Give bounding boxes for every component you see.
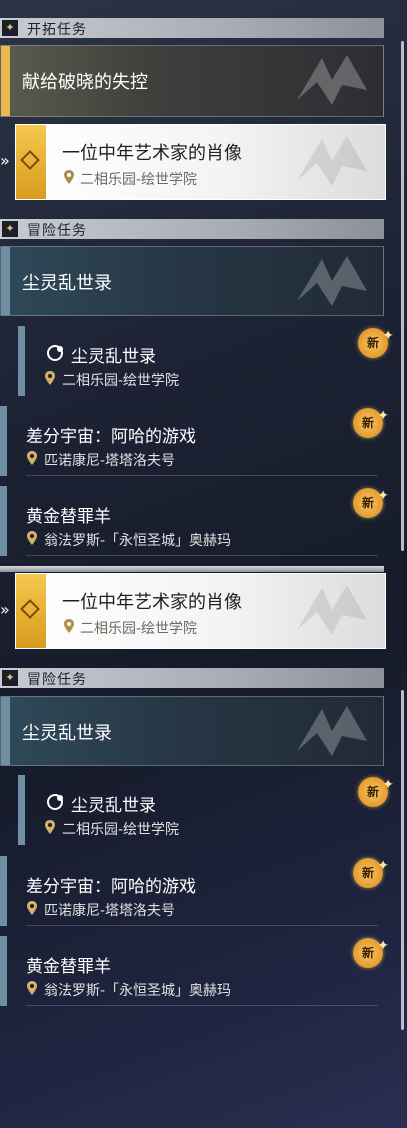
section-label: 开拓任务 [27, 22, 87, 38]
diamond-icon [20, 599, 40, 619]
quest-location: 二相乐园-绘世学院 [62, 373, 180, 389]
item-accent [0, 486, 7, 556]
scrollbar[interactable] [401, 41, 404, 551]
quest-name: 一位中年艺术家的肖像 [62, 143, 242, 164]
map-pin-icon [27, 901, 37, 915]
new-badge-label: 新 [361, 946, 374, 960]
map-pin-icon [27, 451, 37, 465]
quest-name: 黄金替罪羊 [26, 957, 111, 977]
category-accent [1, 46, 10, 116]
quest-location: 二相乐园-绘世学院 [80, 621, 198, 637]
diamond-icon: ✦ [2, 670, 18, 686]
emblem-icon [297, 706, 367, 756]
emblem-icon [297, 136, 367, 186]
quest-item[interactable]: 尘灵乱世录 二相乐园-绘世学院 新 ✦ [0, 326, 394, 396]
quest-item[interactable]: 差分宇宙：阿哈的游戏 匹诺康尼-塔塔洛夫号 新 ✦ [0, 406, 389, 476]
diamond-icon [20, 150, 40, 170]
quest-item[interactable]: 黄金替罪羊 翁法罗斯-「永恒圣城」奥赫玛 新 ✦ [0, 936, 389, 1006]
emblem-icon [297, 55, 367, 105]
selected-quest-card[interactable]: 一位中年艺术家的肖像 二相乐园-绘世学院 [15, 124, 386, 200]
new-badge-label: 新 [366, 336, 379, 350]
new-badge-label: 新 [366, 785, 379, 799]
category-trailblaze[interactable]: 献给破晓的失控 [0, 45, 384, 117]
diamond-icon: ✦ [2, 221, 18, 237]
section-label: 冒险任务 [27, 223, 87, 239]
section-header-adventure: ✦ 冒险任务 [0, 219, 384, 239]
new-badge-label: 新 [361, 416, 374, 430]
category-accent [1, 247, 10, 315]
map-pin-icon [64, 619, 74, 633]
quest-item[interactable]: 尘灵乱世录 二相乐园-绘世学院 新 ✦ [0, 775, 394, 845]
panel-edge [0, 566, 384, 572]
quest-location: 翁法罗斯-「永恒圣城」奥赫玛 [44, 983, 232, 999]
map-pin-icon [27, 531, 37, 545]
new-badge-label: 新 [361, 866, 374, 880]
divider [26, 1005, 378, 1006]
sparkle-icon: ✦ [382, 777, 394, 793]
map-pin-icon [45, 820, 55, 834]
category-title: 尘灵乱世录 [22, 723, 112, 744]
sparkle-icon: ✦ [377, 938, 389, 954]
quest-location: 匹诺康尼-塔塔洛夫号 [44, 453, 176, 469]
section-header-trailblaze: ✦ 开拓任务 [0, 18, 384, 38]
item-accent [0, 936, 7, 1006]
divider [26, 925, 378, 926]
quest-name: 差分宇宙：阿哈的游戏 [26, 427, 196, 447]
quest-name: 差分宇宙：阿哈的游戏 [26, 877, 196, 897]
emblem-icon [297, 256, 367, 306]
map-pin-icon [64, 170, 74, 184]
sparkle-icon: ✦ [382, 328, 394, 344]
section-header-adventure: ✦ 冒险任务 [0, 668, 384, 688]
sparkle-icon: ✦ [377, 488, 389, 504]
category-title: 尘灵乱世录 [22, 273, 112, 294]
new-badge-icon: 新 ✦ [353, 408, 389, 438]
quest-location: 匹诺康尼-塔塔洛夫号 [44, 903, 176, 919]
quest-item[interactable]: 黄金替罪羊 翁法罗斯-「永恒圣城」奥赫玛 新 ✦ [0, 486, 389, 556]
selected-quest-card[interactable]: 一位中年艺术家的肖像 二相乐园-绘世学院 [15, 573, 386, 649]
map-pin-icon [27, 981, 37, 995]
new-badge-icon: 新 ✦ [353, 938, 389, 968]
quest-badge [16, 125, 46, 199]
quest-name: 一位中年艺术家的肖像 [62, 592, 242, 613]
map-pin-icon [45, 371, 55, 385]
quest-name: 尘灵乱世录 [71, 347, 156, 367]
divider [26, 555, 378, 556]
scrollbar-lower[interactable] [401, 690, 404, 1030]
new-badge-icon: 新 ✦ [358, 328, 394, 358]
quest-location: 翁法罗斯-「永恒圣城」奥赫玛 [44, 533, 232, 549]
category-adventure[interactable]: 尘灵乱世录 [0, 246, 384, 316]
category-title: 献给破晓的失控 [22, 72, 148, 93]
sparkle-icon: ✦ [377, 858, 389, 874]
item-accent [18, 775, 25, 845]
section-label: 冒险任务 [27, 672, 87, 688]
new-badge-icon: 新 ✦ [353, 488, 389, 518]
quest-location: 二相乐园-绘世学院 [80, 172, 198, 188]
quest-name: 尘灵乱世录 [71, 796, 156, 816]
item-accent [0, 856, 7, 926]
category-accent [1, 697, 10, 765]
new-badge-label: 新 [361, 496, 374, 510]
quest-location: 二相乐园-绘世学院 [62, 822, 180, 838]
new-badge-icon: 新 ✦ [358, 777, 394, 807]
item-accent [0, 406, 7, 476]
quest-item[interactable]: 差分宇宙：阿哈的游戏 匹诺康尼-塔塔洛夫号 新 ✦ [0, 856, 389, 926]
chevron-right-icon: » [0, 600, 10, 619]
category-adventure[interactable]: 尘灵乱世录 [0, 696, 384, 766]
new-badge-icon: 新 ✦ [353, 858, 389, 888]
item-accent [18, 326, 25, 396]
chevron-right-icon: » [0, 151, 10, 170]
dust-spirit-icon [47, 345, 63, 361]
diamond-icon: ✦ [2, 20, 18, 36]
sparkle-icon: ✦ [377, 408, 389, 424]
emblem-icon [297, 585, 367, 635]
quest-badge [16, 574, 46, 648]
quest-name: 黄金替罪羊 [26, 507, 111, 527]
dust-spirit-icon [47, 794, 63, 810]
divider [26, 475, 378, 476]
